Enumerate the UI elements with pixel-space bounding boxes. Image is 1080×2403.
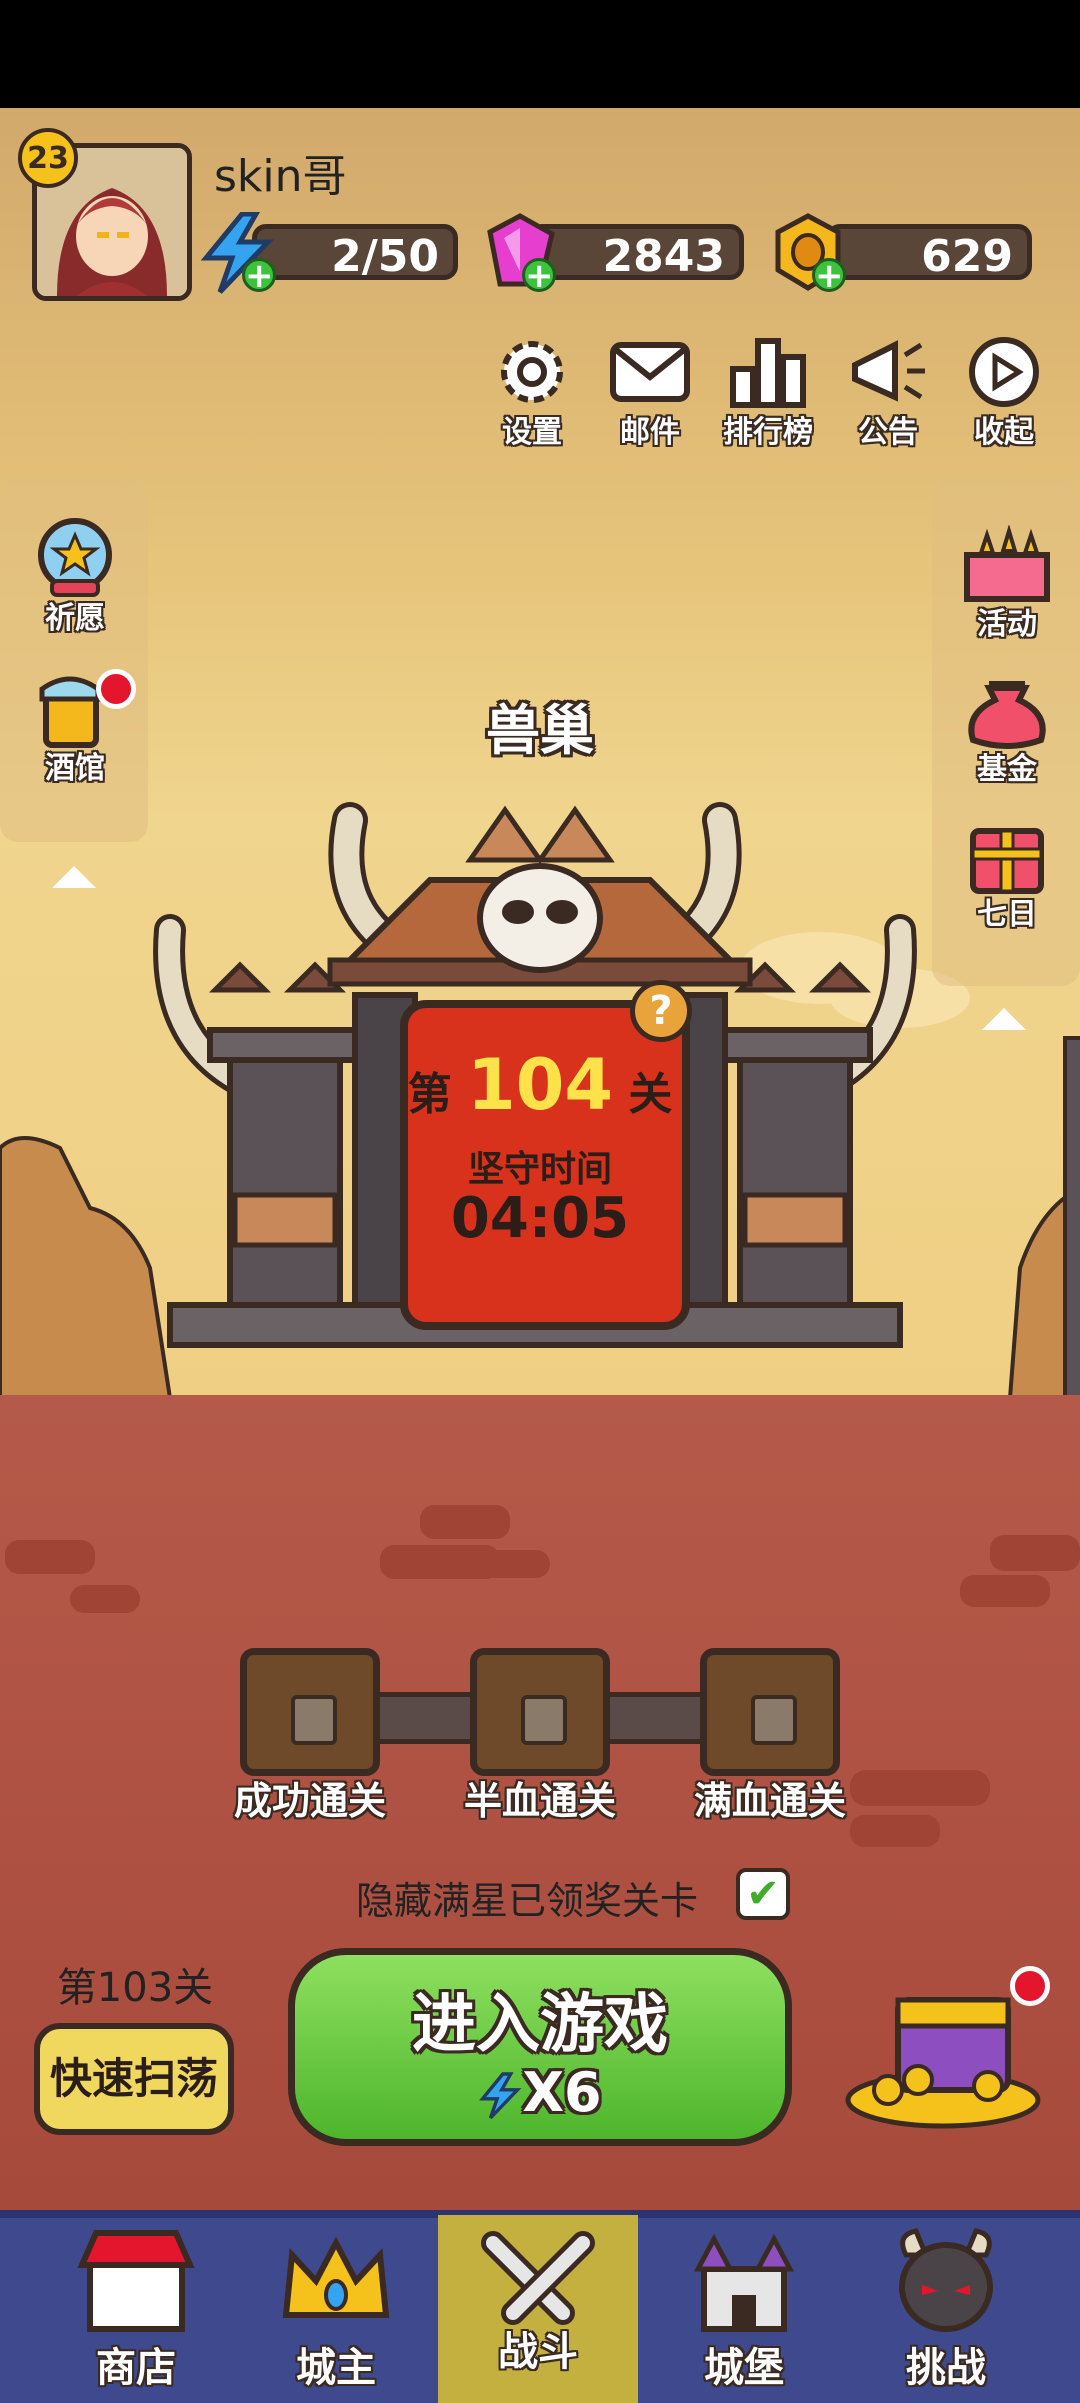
nav-challenge[interactable]: 挑战 bbox=[846, 2215, 1046, 2403]
hide-cleared-label: 隐藏满星已领奖关卡 bbox=[356, 1879, 699, 1923]
nav-challenge-label: 挑战 bbox=[906, 2345, 986, 2391]
coins-value: 629 bbox=[921, 231, 1013, 282]
demon-helmet-icon bbox=[899, 2228, 993, 2332]
chest-clear-label: 成功通关 bbox=[233, 1779, 386, 1823]
crossed-swords-icon bbox=[481, 2231, 595, 2325]
lightning-icon bbox=[479, 2072, 522, 2120]
defend-time-label: 坚守时间 bbox=[467, 1149, 612, 1190]
energy-value: 2/50 bbox=[331, 231, 439, 282]
chest-full-hp-label: 满血通关 bbox=[693, 1779, 846, 1823]
player-level-badge: 23 bbox=[18, 128, 78, 188]
leaderboard-label: 排行榜 bbox=[723, 415, 813, 450]
hide-cleared-checkbox[interactable]: ✔ bbox=[736, 1868, 790, 1920]
area-name: 兽巢 bbox=[486, 699, 594, 762]
nav-lord-label: 城主 bbox=[296, 2345, 376, 2391]
play-icon bbox=[969, 337, 1039, 407]
add-energy-button[interactable]: + bbox=[242, 258, 276, 293]
collapse-right-arrow-icon[interactable] bbox=[982, 1008, 1026, 1030]
nav-lord[interactable]: 城主 bbox=[236, 2215, 436, 2403]
enter-game-cost-value: X6 bbox=[522, 2061, 602, 2124]
seven-day-label: 七日 bbox=[977, 897, 1037, 932]
nav-battle-label: 战斗 bbox=[498, 2329, 578, 2375]
quick-sweep-button[interactable]: 快速扫荡 bbox=[34, 2023, 234, 2135]
stage-number-line: 第 104 关 bbox=[0, 1044, 1080, 1126]
announcement-label: 公告 bbox=[858, 415, 918, 450]
stage-number: 104 bbox=[466, 1044, 614, 1126]
settings-button[interactable]: 设置 bbox=[484, 335, 580, 450]
mail-icon bbox=[610, 342, 690, 402]
coins-bar: 629 bbox=[826, 224, 1032, 282]
lock-icon bbox=[291, 1695, 337, 1745]
lock-icon bbox=[521, 1695, 567, 1745]
crown-icon bbox=[282, 2236, 390, 2318]
castle-icon bbox=[693, 2233, 795, 2332]
nav-castle-label: 城堡 bbox=[704, 2345, 784, 2391]
shop-icon bbox=[77, 2230, 195, 2332]
wish-button[interactable]: 祈愿 bbox=[20, 515, 130, 637]
mail-button[interactable]: 邮件 bbox=[602, 335, 698, 450]
nav-shop-label: 商店 bbox=[96, 2345, 176, 2391]
treasure-notification-dot bbox=[1010, 1966, 1050, 2006]
nav-shop[interactable]: 商店 bbox=[36, 2215, 236, 2403]
lock-icon bbox=[751, 1695, 797, 1745]
chest-clear[interactable] bbox=[240, 1648, 380, 1776]
enter-game-label: 进入游戏 bbox=[412, 1988, 668, 2062]
chest-half-hp-label: 半血通关 bbox=[463, 1779, 616, 1823]
event-button[interactable]: 活动 bbox=[952, 524, 1062, 643]
collapse-left-arrow-icon[interactable] bbox=[52, 866, 96, 888]
enter-game-cost: X6 bbox=[295, 2061, 785, 2124]
settings-label: 设置 bbox=[502, 415, 562, 450]
collapse-label: 收起 bbox=[974, 415, 1034, 450]
collapse-button[interactable]: 收起 bbox=[956, 335, 1052, 450]
announcement-button[interactable]: 公告 bbox=[840, 335, 936, 450]
seven-day-button[interactable]: 七日 bbox=[952, 815, 1062, 933]
enter-game-button[interactable]: 进入游戏 X6 bbox=[288, 1948, 792, 2146]
nav-castle[interactable]: 城堡 bbox=[644, 2215, 844, 2403]
event-gift-icon bbox=[964, 524, 1050, 602]
stage-help-button[interactable]: ? bbox=[630, 980, 692, 1042]
stage-suffix: 关 bbox=[628, 1069, 673, 1120]
add-coins-button[interactable]: + bbox=[812, 258, 846, 293]
megaphone-icon bbox=[852, 340, 925, 402]
player-name: skin哥 bbox=[214, 151, 347, 202]
nav-battle[interactable]: 战斗 bbox=[438, 2215, 638, 2403]
add-gems-button[interactable]: + bbox=[522, 258, 556, 293]
sweep-stage-label: 第103关 bbox=[56, 1965, 214, 2011]
leaderboard-icon bbox=[730, 338, 806, 408]
status-bar-area bbox=[0, 0, 1080, 108]
wish-orb-icon bbox=[38, 518, 112, 597]
mail-label: 邮件 bbox=[620, 415, 680, 450]
gems-value: 2843 bbox=[602, 231, 725, 282]
gems-bar: 2843 bbox=[528, 224, 744, 282]
chest-full-hp[interactable] bbox=[700, 1648, 840, 1776]
seven-day-gift-icon bbox=[970, 828, 1044, 894]
energy-bar: 2/50 bbox=[252, 224, 458, 282]
chest-half-hp[interactable] bbox=[470, 1648, 610, 1776]
gear-icon bbox=[501, 341, 563, 403]
defend-time-value: 04:05 bbox=[450, 1186, 630, 1251]
stage-prefix: 第 bbox=[407, 1069, 452, 1120]
leaderboard-button[interactable]: 排行榜 bbox=[720, 335, 816, 450]
event-label: 活动 bbox=[977, 607, 1037, 642]
